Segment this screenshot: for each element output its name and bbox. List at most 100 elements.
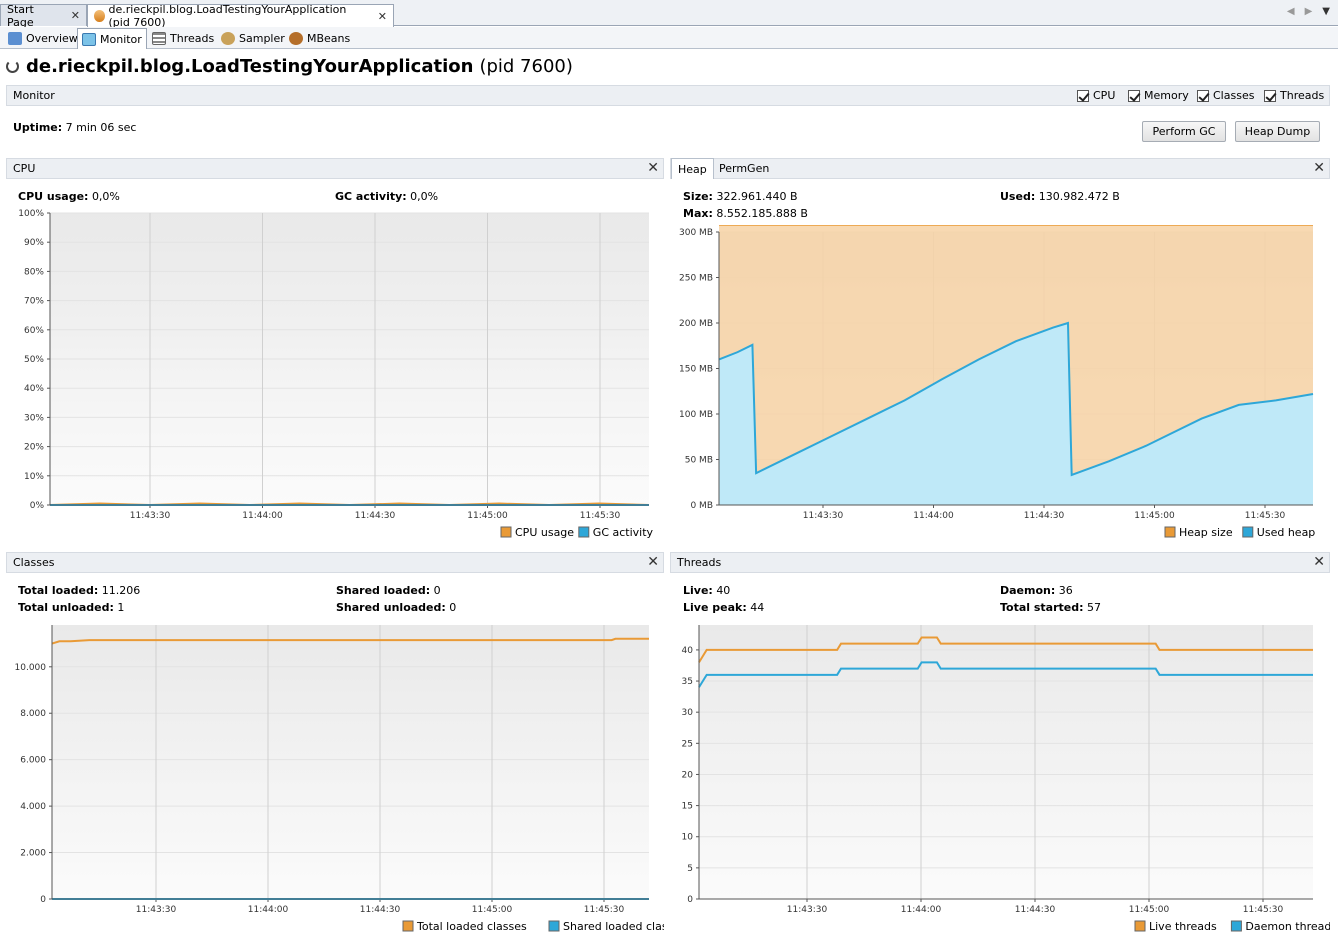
y-tick-label: 70% (24, 297, 44, 307)
x-tick-label: 11:44:30 (355, 511, 396, 521)
close-icon[interactable]: ✕ (71, 9, 80, 22)
y-tick-label: 4.000 (20, 802, 46, 812)
gc-activity-stat: GC activity: 0,0% (335, 190, 439, 203)
y-tick-label: 80% (24, 267, 44, 277)
x-tick-label: 11:44:30 (1015, 905, 1056, 915)
heap-size-stat: Size: 322.961.440 B (683, 190, 798, 203)
tab-sampler[interactable]: Sampler (216, 28, 290, 48)
x-tick-label: 11:45:00 (467, 511, 508, 521)
plot-area (699, 625, 1313, 899)
tab-mbeans[interactable]: MBeans (284, 28, 355, 48)
threads-checkbox[interactable]: Threads (1264, 89, 1324, 102)
legend-swatch (402, 920, 414, 932)
tab-overview[interactable]: Overview (3, 28, 83, 48)
loading-spinner-icon (6, 60, 19, 73)
y-tick-label: 50 MB (685, 456, 713, 466)
legend-swatch (1242, 526, 1254, 538)
heap-used-stat: Used: 130.982.472 B (1000, 190, 1120, 203)
legend-label: Shared loaded classes (563, 920, 664, 933)
close-icon[interactable]: ✕ (1313, 160, 1325, 176)
memory-checkbox[interactable]: Memory (1128, 89, 1189, 102)
total-loaded-stat: Total loaded: 11.206 (18, 584, 141, 597)
checkbox-icon[interactable] (1197, 89, 1209, 102)
x-tick-label: 11:44:30 (360, 905, 401, 915)
tab-permgen[interactable]: PermGen (713, 158, 775, 179)
monitor-label: Monitor (13, 89, 55, 102)
x-tick-label: 11:44:30 (1024, 511, 1065, 521)
tab-label: Overview (26, 31, 78, 45)
y-tick-label: 0% (30, 501, 45, 511)
legend-swatch (1230, 920, 1242, 932)
x-tick-label: 11:43:30 (136, 905, 177, 915)
checkbox-icon[interactable] (1077, 89, 1089, 102)
y-tick-label: 8.000 (20, 709, 46, 719)
legend-swatch (578, 526, 590, 538)
y-tick-label: 200 MB (679, 319, 713, 329)
live-peak-stat: Live peak: 44 (683, 601, 765, 614)
classes-chart: 0 2.000 4.000 6.000 8.000 10.000 11:43:30 11:44… (15, 625, 664, 933)
x-tick-label: 11:45:00 (472, 905, 513, 915)
x-tick-label: 11:44:00 (242, 511, 283, 521)
uptime: Uptime: 7 min 06 sec (13, 121, 136, 134)
heap-dump-button[interactable]: Heap Dump (1235, 121, 1320, 142)
tab-label: Threads (170, 31, 215, 45)
classes-checkbox[interactable]: Classes (1197, 89, 1254, 102)
y-tick-label: 30% (24, 413, 44, 423)
x-tick-label: 11:45:30 (584, 905, 625, 915)
x-tick-label: 11:45:00 (1134, 511, 1175, 521)
live-threads-stat: Live: 40 (683, 584, 731, 597)
x-tick-label: 11:45:30 (580, 511, 621, 521)
y-tick-label: 0 (40, 895, 46, 905)
tab-label: Start Page (7, 2, 34, 29)
cpu-panel-header: CPU ✕ (6, 158, 664, 179)
tab-navigation: ◀ ▶ ▼ (1287, 6, 1330, 17)
mbeans-icon (289, 31, 303, 45)
y-tick-label: 150 MB (679, 365, 713, 375)
page-title: de.rieckpil.blog.LoadTestingYourApplicat… (6, 56, 573, 77)
legend-swatch (500, 526, 512, 538)
tab-label: MBeans (307, 31, 351, 45)
perform-gc-button[interactable]: Perform GC (1142, 121, 1226, 142)
close-icon[interactable]: ✕ (1313, 554, 1325, 570)
shared-loaded-stat: Shared loaded: 0 (336, 584, 441, 597)
y-tick-label: 40 (682, 646, 694, 656)
daemon-threads-stat: Daemon: 36 (1000, 584, 1073, 597)
x-tick-label: 11:43:30 (803, 511, 844, 521)
y-tick-label: 6.000 (20, 756, 46, 766)
tab-heap[interactable]: Heap (671, 158, 714, 179)
chevron-right-icon[interactable]: ▶ (1305, 6, 1313, 17)
checkbox-icon[interactable] (1128, 89, 1140, 102)
java-icon (94, 10, 105, 22)
uptime-label: Uptime: (13, 121, 63, 134)
y-tick-label: 300 MB (679, 228, 713, 238)
tab-label: de.rieckpil.blog.LoadTestingYourApplicat… (108, 3, 347, 29)
total-started-stat: Total started: 57 (1000, 601, 1102, 614)
monitor-icon (82, 32, 96, 46)
x-tick-label: 11:45:30 (1243, 905, 1284, 915)
close-icon[interactable]: ✕ (647, 160, 659, 176)
y-tick-label: 10 (682, 833, 694, 843)
checkbox-icon[interactable] (1264, 89, 1276, 102)
plot-area (52, 625, 649, 899)
monitor-header: Monitor CPU Memory Classes Threads (6, 85, 1330, 106)
heap-chart: 0 MB 50 MB 100 MB 150 MB 200 MB 250 MB 300 MB 1… (679, 225, 1315, 539)
tab-monitor[interactable]: Monitor (77, 28, 147, 49)
legend-label: Heap size (1179, 526, 1233, 539)
y-tick-label: 15 (682, 802, 693, 812)
tab-threads[interactable]: Threads (147, 28, 219, 48)
y-tick-label: 40% (24, 384, 44, 394)
close-icon[interactable]: ✕ (378, 10, 387, 23)
tab-application[interactable]: de.rieckpil.blog.LoadTestingYourApplicat… (87, 3, 394, 29)
cpu-usage-stat: CPU usage: 0,0% (18, 190, 120, 203)
y-tick-label: 100% (18, 209, 44, 219)
chevron-down-icon[interactable]: ▼ (1322, 6, 1330, 17)
threads-chart: 0 5 10 15 20 25 30 35 40 11:43:30 11:44:00 11:44:30… (682, 625, 1330, 933)
legend-label: Live threads (1149, 920, 1217, 933)
chevron-left-icon[interactable]: ◀ (1287, 6, 1295, 17)
close-icon[interactable]: ✕ (647, 554, 659, 570)
uptime-value: 7 min 06 sec (65, 121, 137, 134)
cpu-checkbox[interactable]: CPU (1077, 89, 1115, 102)
x-tick-label: 11:43:30 (787, 905, 828, 915)
classes-panel-header: Classes ✕ (6, 552, 664, 573)
tab-start-page[interactable]: Start Page ✕ (0, 2, 87, 29)
